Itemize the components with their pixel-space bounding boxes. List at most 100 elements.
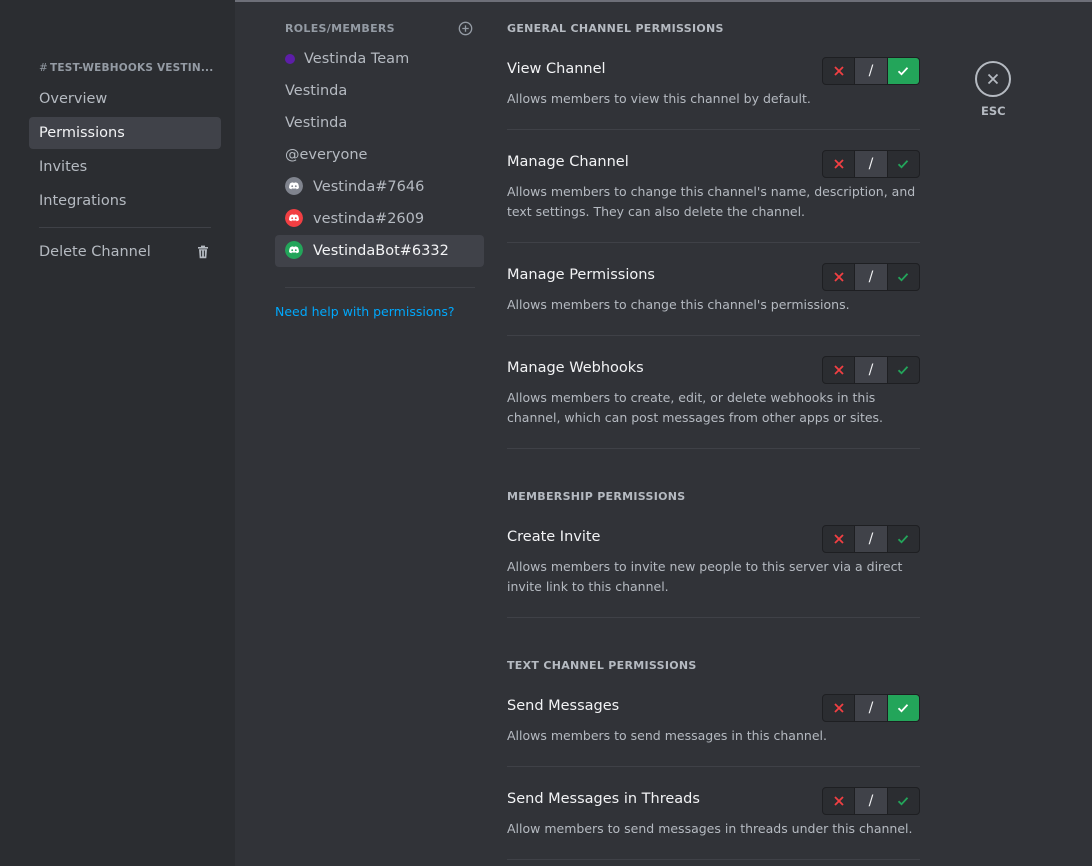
member-item-vestinda-7646[interactable]: Vestinda#7646 — [275, 171, 484, 203]
permissions-help-link[interactable]: Need help with permissions? — [275, 304, 455, 319]
sidebar-item-permissions[interactable]: Permissions — [29, 117, 221, 149]
check-icon — [898, 704, 909, 713]
permission-description: Allows members to send messages in this … — [507, 728, 827, 743]
permission-name: Manage Channel — [507, 154, 629, 170]
permission-toggle-manage-channel: / — [822, 150, 920, 178]
settings-sidebar: # TEST-WEBHOOKS VESTIN... Overview Permis… — [0, 0, 235, 866]
discord-avatar-icon — [285, 241, 303, 259]
permission-description: Allows members to view this channel by d… — [507, 91, 811, 106]
slash-symbol: / — [868, 269, 874, 285]
sidebar-item-invites[interactable]: Invites — [29, 151, 221, 183]
permission-name: Create Invite — [507, 529, 601, 545]
neutral-button[interactable]: / — [854, 526, 888, 552]
permission-divider — [507, 129, 920, 130]
neutral-button[interactable]: / — [854, 357, 888, 383]
permission-divider — [507, 242, 920, 243]
role-item-vestinda-team[interactable]: Vestinda Team — [275, 43, 484, 75]
allow-button[interactable] — [887, 695, 919, 721]
x-icon — [834, 159, 844, 169]
neutral-button[interactable]: / — [854, 58, 888, 84]
neutral-button[interactable]: / — [854, 264, 888, 290]
add-role-plus-icon[interactable] — [458, 21, 473, 36]
check-icon — [898, 273, 909, 282]
role-color-dot — [285, 54, 295, 64]
deny-button[interactable] — [823, 264, 854, 290]
permission-name: Manage Webhooks — [507, 360, 644, 376]
permission-divider — [507, 448, 920, 449]
roles-members-header: ROLES/MEMBERS — [285, 22, 395, 35]
check-icon — [898, 535, 909, 544]
allow-button[interactable] — [888, 264, 919, 290]
deny-button[interactable] — [823, 788, 854, 814]
member-item-vestindabot-6332[interactable]: VestindaBot#6332 — [275, 235, 484, 267]
role-label: Vestinda Team — [304, 51, 410, 67]
check-icon — [898, 366, 909, 375]
trash-icon — [198, 245, 208, 259]
deny-button[interactable] — [823, 151, 854, 177]
delete-channel-button[interactable]: Delete Channel — [29, 236, 221, 268]
deny-button[interactable] — [823, 58, 854, 84]
deny-button[interactable] — [823, 357, 854, 383]
x-icon — [834, 66, 844, 76]
sidebar-item-overview[interactable]: Overview — [29, 83, 221, 115]
member-label: vestinda#2609 — [313, 211, 425, 227]
member-label: VestindaBot#6332 — [313, 243, 449, 259]
x-icon — [834, 365, 844, 375]
slash-symbol: / — [868, 531, 874, 547]
role-item-vestinda-2[interactable]: Vestinda — [275, 107, 484, 139]
x-icon — [834, 703, 844, 713]
esc-label: ESC — [981, 104, 1006, 118]
permission-toggle-send-messages-threads: / — [822, 787, 920, 815]
sidebar-item-label: Integrations — [39, 193, 127, 209]
sidebar-item-label: Invites — [39, 159, 88, 175]
sidebar-item-label: Permissions — [39, 125, 125, 141]
allow-button[interactable] — [888, 788, 919, 814]
permission-name: Send Messages — [507, 698, 620, 714]
x-icon — [834, 272, 844, 282]
close-icon — [987, 73, 999, 85]
roles-divider — [285, 287, 475, 288]
permission-description: Allows members to create, edit, or delet… — [507, 390, 884, 425]
allow-button[interactable] — [887, 58, 919, 84]
section-title-membership: MEMBERSHIP PERMISSIONS — [507, 490, 686, 503]
allow-button[interactable] — [888, 526, 919, 552]
permission-description: Allows members to invite new people to t… — [507, 559, 903, 594]
sidebar-item-integrations[interactable]: Integrations — [29, 185, 221, 217]
permission-toggle-send-messages: / — [822, 694, 920, 722]
neutral-button[interactable]: / — [854, 151, 888, 177]
deny-button[interactable] — [823, 526, 854, 552]
allow-button[interactable] — [888, 151, 919, 177]
role-item-everyone[interactable]: @everyone — [275, 139, 484, 171]
allow-button[interactable] — [888, 357, 919, 383]
deny-button[interactable] — [823, 695, 854, 721]
permission-toggle-manage-permissions: / — [822, 263, 920, 291]
permission-divider — [507, 617, 920, 618]
neutral-button[interactable]: / — [854, 695, 888, 721]
permission-name: Send Messages in Threads — [507, 791, 700, 807]
check-icon — [898, 797, 909, 806]
neutral-button[interactable]: / — [854, 788, 888, 814]
slash-symbol: / — [868, 362, 874, 378]
check-icon — [898, 160, 909, 169]
role-item-vestinda[interactable]: Vestinda — [275, 75, 484, 107]
role-label: Vestinda — [285, 83, 348, 99]
permission-description: Allow members to send messages in thread… — [507, 821, 913, 836]
channel-name: TEST-WEBHOOKS VESTIN... — [50, 62, 214, 74]
slash-symbol: / — [868, 700, 874, 716]
member-item-vestinda-2609[interactable]: vestinda#2609 — [275, 203, 484, 235]
slash-symbol: / — [868, 63, 874, 79]
sidebar-item-label: Overview — [39, 91, 108, 107]
close-settings-button[interactable] — [975, 61, 1011, 97]
channel-header: # TEST-WEBHOOKS VESTIN... — [39, 62, 224, 74]
permission-description: Allows members to change this channel's … — [507, 297, 850, 312]
member-label: Vestinda#7646 — [313, 179, 425, 195]
discord-avatar-icon — [285, 177, 303, 195]
permission-divider — [507, 335, 920, 336]
permission-name: View Channel — [507, 61, 606, 77]
check-icon — [898, 67, 909, 76]
permission-divider — [507, 859, 920, 860]
section-title-general: GENERAL CHANNEL PERMISSIONS — [507, 22, 724, 35]
permission-toggle-create-invite: / — [822, 525, 920, 553]
channel-hash-icon: # — [39, 62, 48, 74]
sidebar-divider — [39, 227, 211, 228]
